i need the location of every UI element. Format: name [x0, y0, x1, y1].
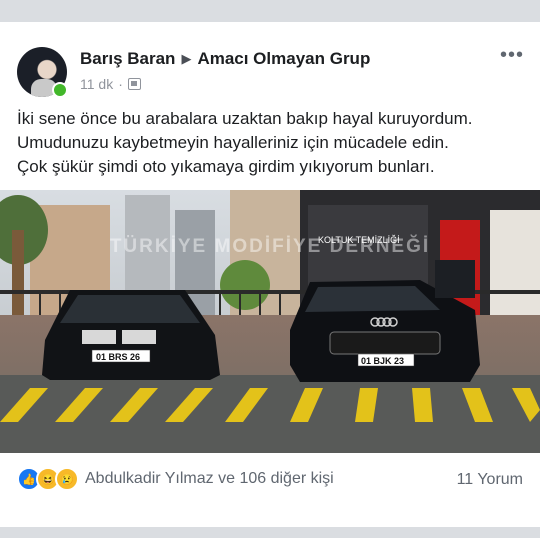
author-name[interactable]: Barış Baran	[80, 49, 175, 68]
online-status-icon	[52, 82, 68, 98]
sad-icon: 😢	[55, 467, 79, 491]
arrow-right-icon: ▶	[181, 51, 192, 66]
post-card: Barış Baran ▶ Amacı Olmayan Grup 11 dk · •…	[0, 22, 540, 527]
post-time[interactable]: 11 dk	[80, 76, 113, 92]
post-text-line: Çok şükür şimdi oto yıkamaya girdim yıkı…	[17, 157, 435, 176]
more-dots-icon[interactable]: •••	[500, 45, 524, 65]
post-text: İki sene önce bu arabalara uzaktan bakıp…	[17, 107, 527, 179]
comments-count[interactable]: 11 Yorum	[457, 471, 523, 489]
reactors-text[interactable]: Abdulkadir Yılmaz ve 106 diğer kişi	[85, 470, 334, 488]
post-header: Barış Baran ▶ Amacı Olmayan Grup	[80, 49, 370, 69]
plate-left: 01 BRS 26	[96, 352, 140, 362]
meta-separator: ·	[118, 76, 123, 92]
group-name[interactable]: Amacı Olmayan Grup	[197, 49, 370, 68]
reaction-icons: 👍 😆 😢	[17, 467, 79, 491]
bmw-car: 01 BRS 26	[42, 290, 220, 380]
reactions-summary[interactable]: 👍 😆 😢 Abdulkadir Yılmaz ve 106 diğer kiş…	[17, 467, 334, 491]
post-text-line: Umudunuzu kaybetmeyin hayalleriniz için …	[17, 133, 449, 152]
plate-right: 01 BJK 23	[361, 356, 404, 366]
audience-icon	[127, 78, 141, 90]
watermark: TÜRKİYE MODİFİYE DERNEĞİ	[110, 235, 430, 257]
post-photo[interactable]: KOLTUK TEMİZLİĞİ 01 BRS 26 01 BJK 23 TÜR…	[0, 190, 540, 453]
post-text-line: İki sene önce bu arabalara uzaktan bakıp…	[17, 109, 473, 128]
post-meta: 11 dk ·	[80, 76, 141, 92]
